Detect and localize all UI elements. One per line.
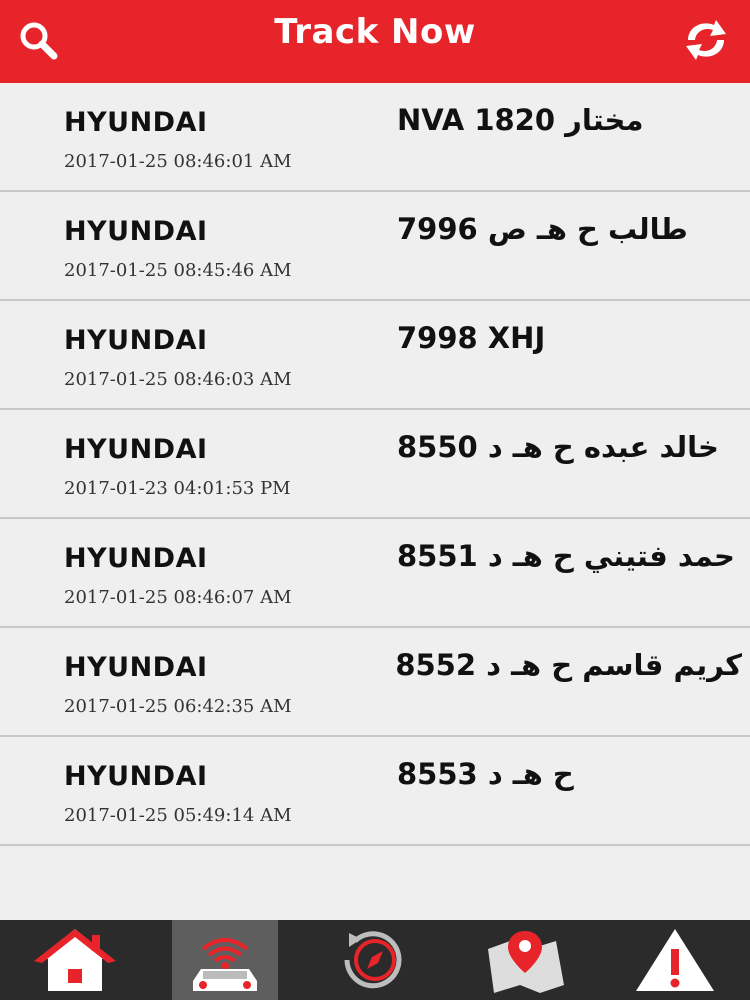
refresh-button[interactable]	[676, 10, 736, 70]
vehicle-plate-text: حمد فتيني ح هـ د 8551	[397, 539, 735, 573]
vehicle-make: HYUNDAI	[64, 325, 208, 356]
vehicle-make: HYUNDAI	[64, 107, 208, 138]
tab-map[interactable]	[450, 920, 600, 1000]
last-update-time: 2017-01-25 05:49:14 AM	[64, 805, 292, 826]
header-bar: Track Now	[0, 0, 750, 83]
vehicle-plate-text: ح هـ د 8553	[397, 757, 574, 791]
vehicle-make: HYUNDAI	[64, 761, 208, 792]
compass-history-icon	[344, 931, 402, 989]
vehicle-plate: حمد فتيني ح هـ د 8551	[397, 539, 742, 573]
vehicle-plate: ح هـ د 8553	[397, 757, 742, 791]
last-update-time: 2017-01-25 08:46:03 AM	[64, 369, 292, 390]
vehicle-plate-text: خالد عبده ح هـ د 8550	[397, 430, 719, 464]
home-icon	[34, 929, 116, 991]
car-signal-icon	[193, 938, 257, 991]
vehicle-make: HYUNDAI	[64, 216, 208, 247]
last-update-time: 2017-01-23 04:01:53 PM	[64, 478, 291, 499]
tab-alerts[interactable]	[600, 920, 750, 1000]
vehicle-row[interactable]: HYUNDAI 2017-01-25 08:46:03 AM 7998 XHJ	[0, 301, 750, 410]
vehicle-make: HYUNDAI	[64, 543, 208, 574]
vehicle-row[interactable]: HYUNDAI 2017-01-23 04:01:53 PM خالد عبده ح…	[0, 410, 750, 519]
vehicle-plate: خالد عبده ح هـ د 8550	[397, 430, 742, 464]
map-pin-icon	[488, 931, 564, 993]
vehicle-plate-text: طالب ح هـ ص 7996	[397, 212, 688, 246]
vehicle-plate: مختار 1820 NVA	[397, 103, 742, 137]
refresh-icon	[686, 20, 726, 60]
tab-track[interactable]	[172, 920, 278, 1000]
vehicle-make: HYUNDAI	[64, 434, 208, 465]
page-title: Track Now	[274, 12, 476, 52]
tab-home[interactable]	[0, 920, 150, 1000]
vehicle-row[interactable]: HYUNDAI 2017-01-25 08:46:07 AM حمد فتيني ح…	[0, 519, 750, 628]
bottom-tab-bar	[0, 920, 750, 1000]
vehicle-plate: طالب ح هـ ص 7996	[397, 212, 742, 246]
vehicle-plate-text: كريم قاسم ح هـ د 8552	[397, 648, 742, 682]
last-update-time: 2017-01-25 08:45:46 AM	[64, 260, 292, 281]
vehicle-make: HYUNDAI	[64, 652, 208, 683]
vehicle-plate-text: مختار 1820 NVA	[397, 103, 644, 137]
last-update-time: 2017-01-25 08:46:01 AM	[64, 151, 292, 172]
vehicle-row[interactable]: HYUNDAI 2017-01-25 08:45:46 AM طالب ح هـ ص…	[0, 192, 750, 301]
vehicle-list: HYUNDAI 2017-01-25 08:46:01 AM مختار 1820 …	[0, 83, 750, 846]
vehicle-plate: 7998 XHJ	[397, 321, 742, 355]
last-update-time: 2017-01-25 06:42:35 AM	[64, 696, 292, 717]
last-update-time: 2017-01-25 08:46:07 AM	[64, 587, 292, 608]
vehicle-row[interactable]: HYUNDAI 2017-01-25 05:49:14 AM ح هـ د 8553	[0, 737, 750, 846]
vehicle-row[interactable]: HYUNDAI 2017-01-25 08:46:01 AM مختار 1820 …	[0, 83, 750, 192]
vehicle-plate-text: 7998 XHJ	[397, 321, 546, 355]
warning-icon	[636, 929, 714, 991]
vehicle-plate: كريم قاسم ح هـ د 8552	[397, 648, 742, 682]
vehicle-row[interactable]: HYUNDAI 2017-01-25 06:42:35 AM كريم قاسم ح…	[0, 628, 750, 737]
tab-history[interactable]	[300, 920, 450, 1000]
